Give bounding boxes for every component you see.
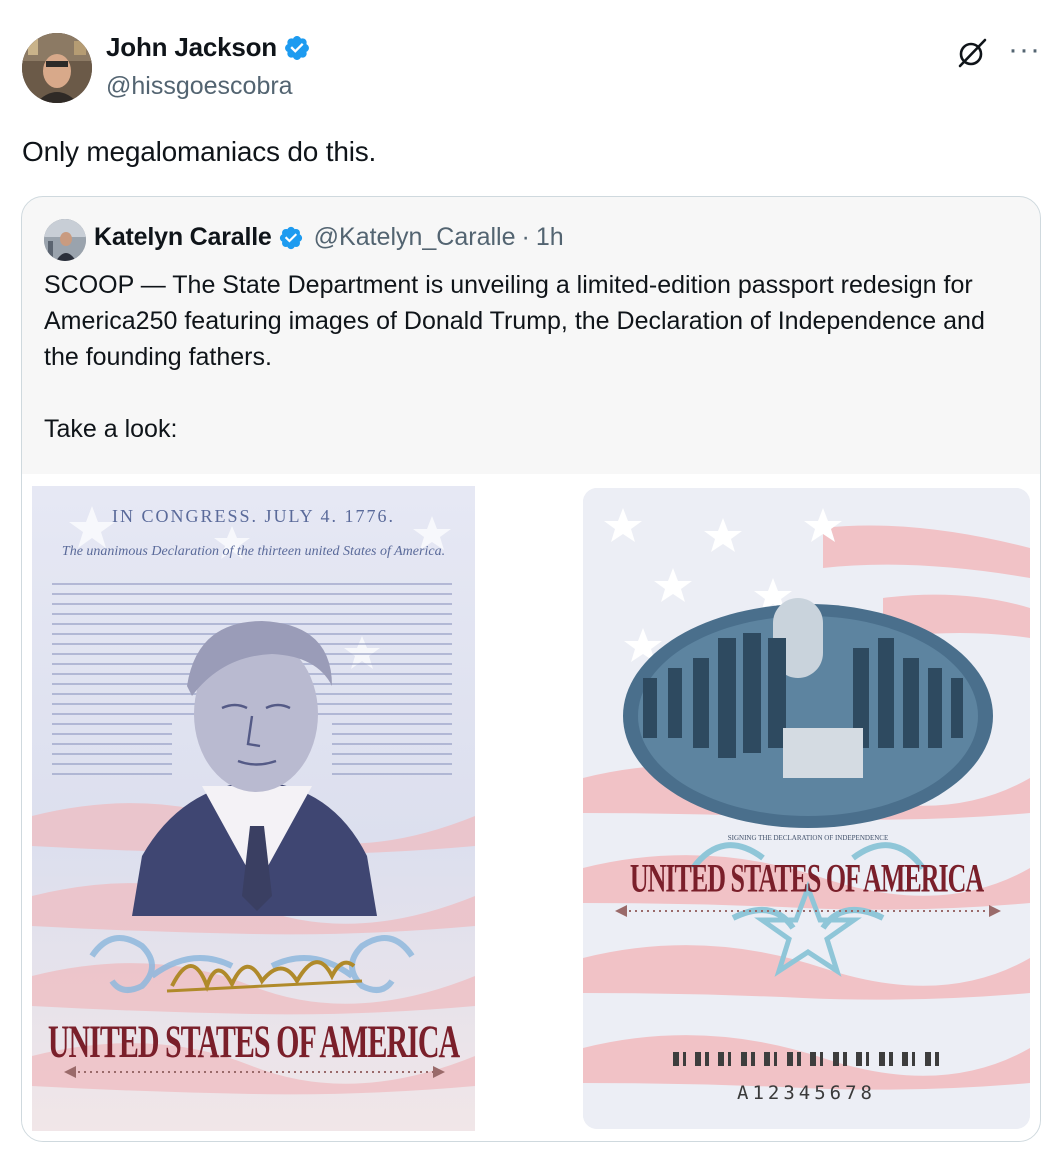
author-avatar[interactable]	[22, 33, 92, 103]
quoted-tweet-card[interactable]: Katelyn Caralle @Katelyn_Caralle · 1h SC…	[21, 196, 1041, 1142]
more-options-icon[interactable]: ···	[1008, 35, 1041, 65]
quoted-author-handle[interactable]: @Katelyn_Caralle	[314, 223, 516, 252]
quoted-timestamp[interactable]: 1h	[536, 223, 564, 252]
passport-banner-right: UNITED STATES OF AMERICA	[629, 855, 984, 901]
passport-page-left-image[interactable]: IN CONGRESS. JULY 4. 1776. The unanimous…	[32, 486, 475, 1131]
verified-badge-icon	[285, 35, 309, 60]
passport-page-right-image[interactable]: SIGNING THE DECLARATION OF INDEPENDENCE	[583, 488, 1030, 1129]
quoted-tweet-text: SCOOP — The State Department is unveilin…	[44, 271, 985, 443]
grok-icon[interactable]	[955, 36, 989, 70]
verified-badge-icon	[279, 226, 302, 249]
author-handle[interactable]: @hissgoescobra	[106, 72, 293, 101]
quoted-author-name[interactable]: Katelyn Caralle	[94, 223, 272, 252]
passport-banner-left: UNITED STATES OF AMERICA	[47, 1016, 460, 1068]
quoted-media[interactable]: IN CONGRESS. JULY 4. 1776. The unanimous…	[22, 474, 1040, 1141]
declaration-header: IN CONGRESS. JULY 4. 1776.	[111, 506, 396, 526]
tweet-text: Only megalomaniacs do this.	[22, 136, 377, 167]
engraving-caption: SIGNING THE DECLARATION OF INDEPENDENCE	[728, 834, 888, 842]
meta-separator: ·	[521, 223, 530, 251]
author-name[interactable]: John Jackson	[106, 32, 277, 63]
declaration-subheader: The unanimous Declaration of the thirtee…	[61, 544, 446, 559]
quoted-author-avatar[interactable]	[44, 219, 86, 261]
passport-number: A12345678	[737, 1082, 876, 1104]
